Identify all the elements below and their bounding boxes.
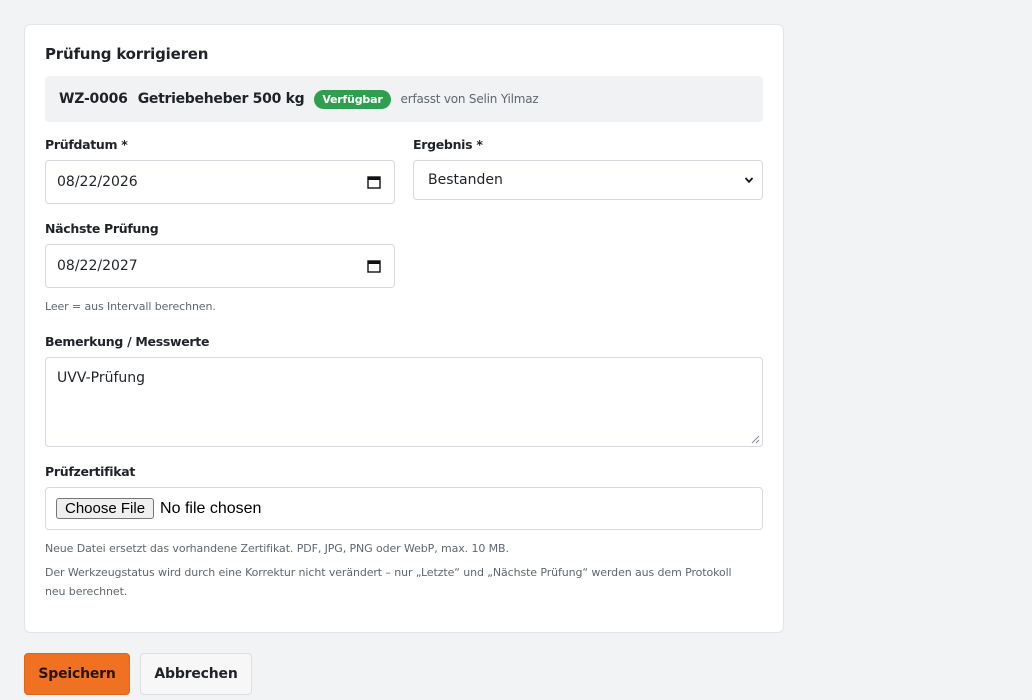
status-note: Der Werkzeugstatus wird durch eine Korre…: [45, 566, 732, 598]
recorded-by: erfasst von Selin Yilmaz: [400, 92, 539, 106]
tool-name: Getriebeheber 500 kg: [137, 91, 305, 107]
pruefdatum-input[interactable]: 08/22/2026: [45, 160, 395, 204]
status-badge: Verfügbar: [314, 89, 391, 109]
calendar-icon[interactable]: [367, 259, 381, 273]
bemerkung-textarea[interactable]: UVV-Prüfung: [45, 357, 763, 447]
naechste-input[interactable]: 08/22/2027: [45, 244, 395, 288]
resize-grip-icon[interactable]: [751, 435, 760, 444]
pruefdatum-label: Prüfdatum *: [45, 137, 128, 152]
bemerkung-value: UVV-Prüfung: [57, 370, 146, 386]
inspection-card: Prüfung korrigieren WZ-0006 Getriebehebe…: [24, 24, 784, 633]
choose-file-button[interactable]: Choose File: [56, 498, 155, 519]
tool-info-bar: WZ-0006 Getriebeheber 500 kg Verfügbar e…: [45, 76, 763, 122]
calendar-icon[interactable]: [367, 175, 381, 189]
bemerkung-label: Bemerkung / Messwerte: [45, 334, 210, 349]
naechste-value: 08/22/2027: [57, 258, 138, 274]
zertifikat-file-input[interactable]: Choose File No file chosen: [45, 487, 763, 530]
cancel-button[interactable]: Abbrechen: [140, 653, 252, 695]
naechste-hint: Leer = aus Intervall berechnen.: [45, 300, 216, 313]
ergebnis-value: Bestanden: [428, 172, 503, 188]
zertifikat-hint: Neue Datei ersetzt das vorhandene Zertif…: [45, 542, 509, 555]
save-button[interactable]: Speichern: [24, 653, 130, 695]
pruefdatum-value: 08/22/2026: [57, 174, 138, 190]
zertifikat-label: Prüfzertifikat: [45, 464, 136, 479]
ergebnis-label: Ergebnis *: [413, 137, 483, 152]
naechste-label: Nächste Prüfung: [45, 221, 159, 236]
chevron-down-icon: [744, 177, 754, 184]
no-file-text: No file chosen: [160, 499, 262, 517]
tool-code: WZ-0006: [59, 91, 128, 107]
ergebnis-select[interactable]: Bestanden: [413, 160, 763, 200]
page-title: Prüfung korrigieren: [45, 45, 209, 63]
